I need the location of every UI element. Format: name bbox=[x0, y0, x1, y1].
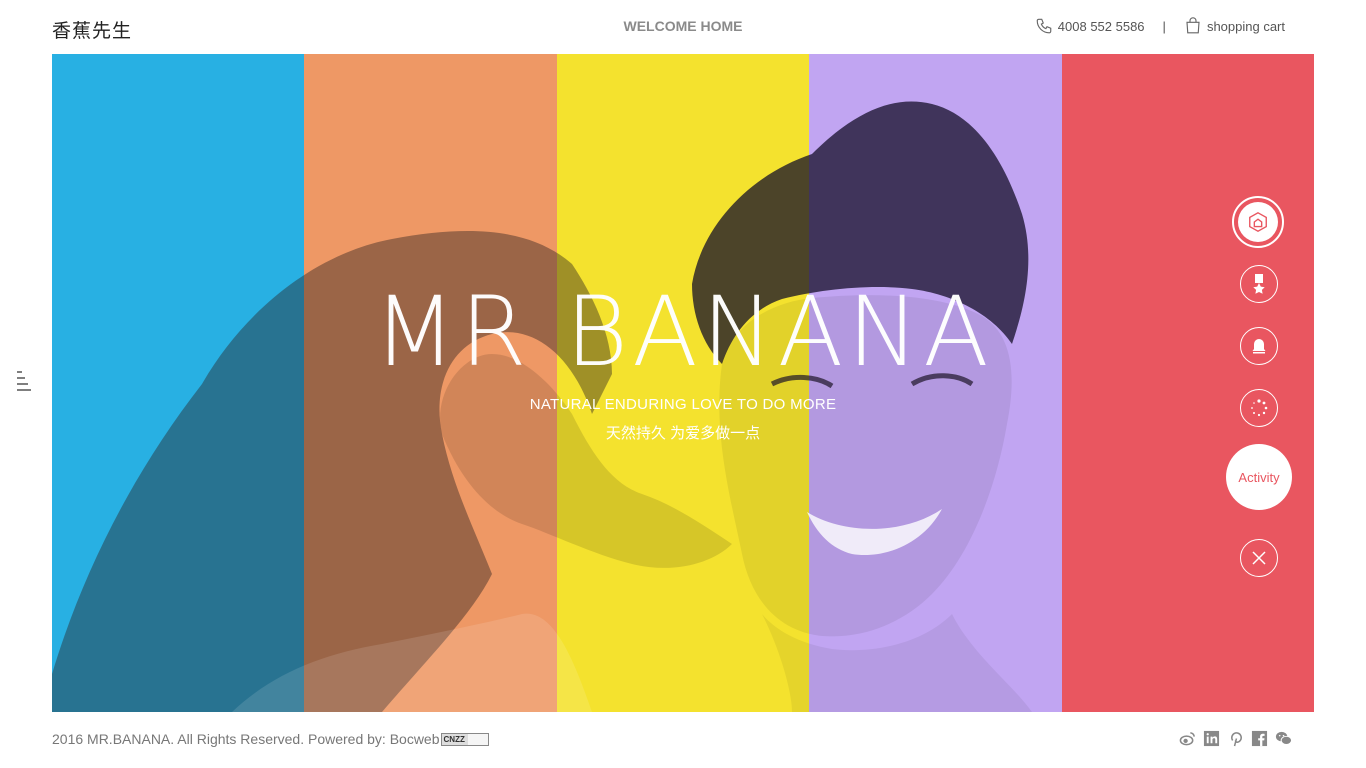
hero-tagline-en: NATURAL ENDURING LOVE TO DO MORE bbox=[529, 396, 837, 413]
welcome-home-link[interactable]: WELCOME HOME bbox=[624, 18, 743, 34]
hero-banner: MR BANANA NATURAL ENDURING LOVE TO DO MO… bbox=[52, 54, 1314, 712]
shopping-bag-icon bbox=[1186, 17, 1200, 34]
award-icon bbox=[1253, 274, 1265, 294]
close-icon bbox=[1252, 551, 1266, 565]
bell-icon bbox=[1252, 339, 1266, 354]
home-icon bbox=[1249, 212, 1267, 232]
phone-number: 4008 552 5586 bbox=[1057, 18, 1145, 34]
side-nav-loading-button[interactable] bbox=[1240, 389, 1278, 427]
header-contact: 4008 552 5586 | shopping cart bbox=[1035, 17, 1285, 35]
cnzz-badge-label: CNZZ bbox=[443, 734, 465, 744]
cnzz-badge[interactable]: CNZZ bbox=[440, 732, 489, 746]
shopping-cart-link[interactable]: shopping cart bbox=[1184, 17, 1285, 35]
menu-icon[interactable] bbox=[16, 370, 32, 392]
hero-tagline-cn: 天然持久 为爱多做一点 bbox=[605, 425, 761, 442]
shopping-cart-label: shopping cart bbox=[1206, 18, 1285, 34]
loading-icon bbox=[1251, 399, 1268, 417]
social-links bbox=[1179, 730, 1292, 747]
footer-copyright: 2016 MR.BANANA. All Rights Reserved. Pow… bbox=[52, 731, 489, 747]
facebook-icon[interactable] bbox=[1251, 730, 1268, 747]
side-nav-home-button[interactable] bbox=[1232, 196, 1284, 248]
copyright-text: 2016 MR.BANANA. All Rights Reserved. Pow… bbox=[52, 731, 440, 747]
header-separator: | bbox=[1162, 18, 1166, 34]
hero-title: MR BANANA bbox=[373, 276, 993, 388]
side-nav-home-inner bbox=[1238, 202, 1278, 242]
weibo-icon[interactable] bbox=[1179, 730, 1196, 747]
side-nav-bell-button[interactable] bbox=[1240, 327, 1278, 365]
wechat-icon[interactable] bbox=[1275, 730, 1292, 747]
linkedin-icon[interactable] bbox=[1203, 730, 1220, 747]
side-nav-activity-button[interactable]: Activity bbox=[1226, 444, 1292, 510]
side-nav-close-button[interactable] bbox=[1240, 539, 1278, 577]
phone-icon bbox=[1036, 18, 1052, 34]
pinterest-icon[interactable] bbox=[1227, 730, 1244, 747]
side-nav-award-button[interactable] bbox=[1240, 265, 1278, 303]
